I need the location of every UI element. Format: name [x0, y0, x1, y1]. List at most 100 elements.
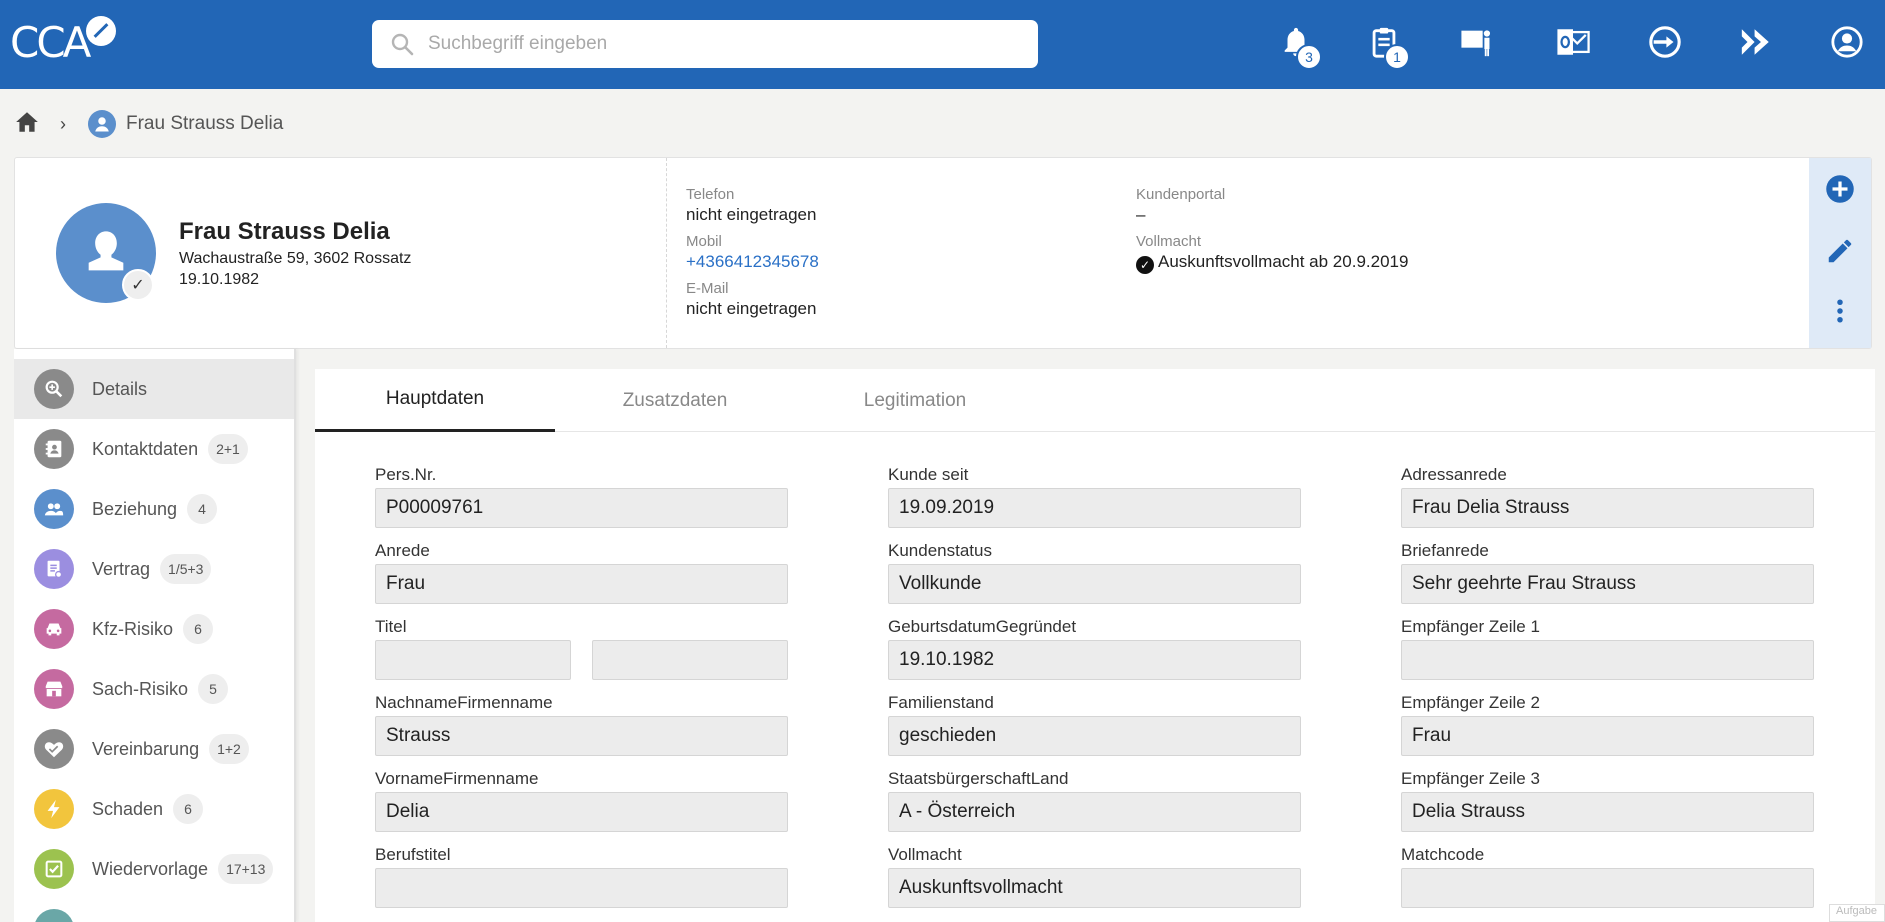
vollmacht-label: Vollmacht — [1136, 233, 1202, 250]
vollmacht-field[interactable]: Auskunftsvollmacht — [888, 868, 1301, 908]
sidebar-item-label: Details — [92, 378, 148, 399]
sidebar-count-badge: 5 — [198, 674, 229, 704]
email-value: nicht eingetragen — [686, 299, 817, 318]
transfer-button[interactable] — [1645, 22, 1685, 62]
adressanrede-field[interactable]: Frau Delia Strauss — [1401, 488, 1814, 528]
field-label: Vollmacht — [888, 845, 962, 864]
telefon-value: nicht eingetragen — [686, 205, 817, 224]
lightning-icon — [34, 789, 74, 829]
presentation-icon — [1461, 30, 1491, 57]
field-label: Berufstitel — [375, 845, 451, 864]
kundenstatus-field[interactable]: Vollkunde — [888, 564, 1301, 604]
sidebar-item-kontaktdaten[interactable]: Kontaktdaten 2+1 — [14, 419, 294, 479]
field-label: Kunde seit — [888, 465, 969, 484]
customer-address: Wachaustraße 59, 3602 Rossatz — [179, 250, 412, 267]
field-label: Pers.Nr. — [375, 465, 437, 484]
pers-nr-field[interactable]: P00009761 — [375, 488, 788, 528]
sidebar-count-badge: 6 — [183, 614, 214, 644]
sidebar-item-sach-risiko[interactable]: Sach-Risiko 5 — [14, 659, 294, 719]
pencil-icon — [1828, 239, 1852, 263]
kunde-seit-field[interactable]: 19.09.2019 — [888, 488, 1301, 528]
field-label: Empfänger Zeile 2 — [1401, 693, 1540, 712]
field-label: Anrede — [375, 541, 430, 560]
zoom-icon — [34, 369, 74, 409]
titel-field[interactable] — [375, 640, 571, 680]
field-label: Kundenstatus — [888, 541, 992, 560]
sidebar-item-label: Vertrag — [92, 558, 151, 579]
search-bar[interactable] — [372, 20, 1038, 68]
sidebar-item-label: Kontaktdaten — [92, 438, 199, 459]
titel-suffix-field[interactable] — [592, 640, 788, 680]
berufstitel-field[interactable] — [375, 868, 788, 908]
vollmacht-text: Auskunftsvollmacht ab 20.9.2019 — [1158, 252, 1409, 271]
field-label: Familienstand — [888, 693, 994, 712]
sidebar-item-schaden[interactable]: Schaden 6 — [14, 779, 294, 839]
staatsbuergerschaft-field[interactable]: A - Österreich — [888, 792, 1301, 832]
contract-icon — [34, 549, 74, 589]
breadcrumb: › Frau Strauss Delia — [14, 108, 283, 140]
corner-tab[interactable]: Aufgabe — [1829, 904, 1885, 922]
logo-emblem-icon — [86, 16, 117, 46]
tab-hauptdaten[interactable]: Hauptdaten — [315, 369, 555, 432]
empfaenger-zeile-3-field[interactable]: Delia Strauss — [1401, 792, 1814, 832]
sidebar-item-wiedervorlage[interactable]: Wiedervorlage 17+13 — [14, 839, 294, 899]
field-label: Adressanrede — [1401, 465, 1507, 484]
field-label: Titel — [375, 617, 407, 636]
transfer-icon — [1649, 26, 1681, 58]
empfaenger-zeile-2-field[interactable]: Frau — [1401, 716, 1814, 756]
sidebar-item-vereinbarung[interactable]: Vereinbarung 1+2 — [14, 719, 294, 779]
tasks-button[interactable]: 1 — [1364, 22, 1410, 70]
mobil-link[interactable]: +4366412345678 — [686, 252, 819, 272]
sidebar-item-kfz-risiko[interactable]: Kfz-Risiko 6 — [14, 599, 294, 659]
sidebar-count-badge: 4 — [187, 494, 218, 524]
nachname-field[interactable]: Strauss — [375, 716, 788, 756]
account-button[interactable] — [1827, 22, 1867, 62]
logo[interactable]: CCA — [10, 14, 117, 70]
briefanrede-field[interactable]: Sehr geehrte Frau Strauss — [1401, 564, 1814, 604]
vorname-field[interactable]: Delia — [375, 792, 788, 832]
sidebar-count-badge: 17+13 — [218, 854, 274, 884]
store-icon — [34, 669, 74, 709]
search-icon — [391, 33, 414, 56]
tab-zusatzdaten[interactable]: Zusatzdaten — [555, 369, 795, 432]
edit-button[interactable] — [1823, 234, 1857, 268]
email-label: E-Mail — [686, 280, 729, 297]
header-divider — [666, 158, 667, 348]
add-button[interactable] — [1823, 172, 1857, 206]
notifications-button[interactable]: 3 — [1276, 22, 1322, 70]
outlook-button[interactable] — [1553, 22, 1593, 62]
sidebar-count-badge: 6 — [173, 794, 204, 824]
logo-text: CCA — [10, 17, 91, 67]
field-label: Empfänger Zeile 3 — [1401, 769, 1540, 788]
familienstand-field[interactable]: geschieden — [888, 716, 1301, 756]
field-label: Matchcode — [1401, 845, 1485, 864]
mobil-label: Mobil — [686, 233, 722, 250]
outlook-icon — [1557, 29, 1590, 55]
presentation-button[interactable] — [1457, 22, 1497, 62]
kundenportal-value: – — [1136, 205, 1146, 224]
sidebar-item-beziehung[interactable]: Beziehung 4 — [14, 479, 294, 539]
search-input[interactable] — [428, 33, 1008, 55]
anrede-field[interactable]: Frau — [375, 564, 788, 604]
sidebar: Details Kontaktdaten 2+1 Beziehung 4 Ver… — [14, 349, 296, 922]
field-label: VornameFirmenname — [375, 769, 539, 788]
sidebar-item-more[interactable] — [14, 899, 294, 922]
people-icon — [34, 489, 74, 529]
forward-button[interactable] — [1736, 22, 1776, 62]
geburtsdatum-field[interactable]: 19.10.1982 — [888, 640, 1301, 680]
sidebar-count-badge: 2+1 — [208, 434, 248, 464]
more-options-button[interactable] — [1823, 294, 1857, 328]
sidebar-item-vertrag[interactable]: Vertrag 1/5+3 — [14, 539, 294, 599]
sidebar-item-details[interactable]: Details — [14, 359, 294, 419]
breadcrumb-current[interactable]: Frau Strauss Delia — [126, 113, 283, 135]
empfaenger-zeile-1-field[interactable] — [1401, 640, 1814, 680]
add-circle-icon — [1826, 175, 1854, 203]
field-label: Empfänger Zeile 1 — [1401, 617, 1540, 636]
tab-bar: Hauptdaten Zusatzdaten Legitimation — [315, 369, 1875, 432]
sidebar-item-label: Vereinbarung — [92, 738, 200, 759]
tab-legitimation[interactable]: Legitimation — [795, 369, 1035, 432]
folder-icon — [34, 909, 74, 922]
home-link[interactable] — [14, 109, 40, 140]
matchcode-field[interactable] — [1401, 868, 1814, 908]
sidebar-count-badge: 1+2 — [209, 734, 249, 764]
